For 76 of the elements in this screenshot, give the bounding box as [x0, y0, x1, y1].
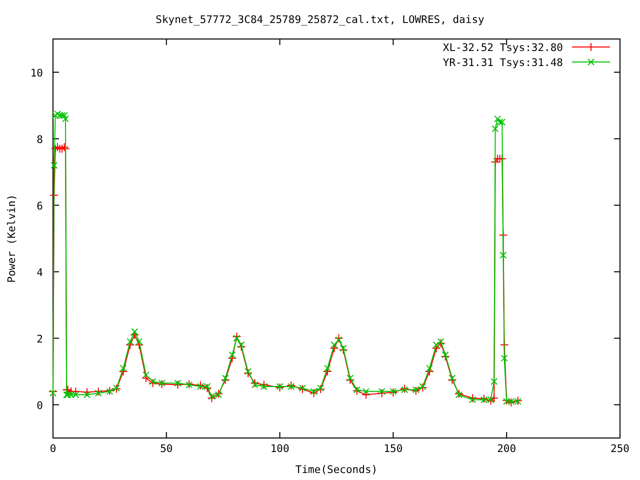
data-point [361, 390, 370, 400]
legend-sample [572, 42, 610, 52]
data-point [309, 388, 318, 398]
data-point [432, 344, 441, 353]
tick-label: 0 [36, 400, 43, 412]
data-point [228, 354, 237, 363]
tick-label: 250 [610, 443, 630, 455]
data-point [236, 342, 246, 352]
tick-label: 200 [497, 443, 516, 455]
data-point [316, 384, 326, 394]
tick-label: 0 [50, 443, 56, 455]
data-point [500, 340, 509, 350]
data-point [436, 338, 446, 348]
data-point [322, 367, 332, 376]
data-point [338, 345, 348, 354]
tick-label: 6 [36, 200, 43, 212]
data-point [207, 394, 216, 403]
data-point [82, 388, 92, 397]
tick-label: 4 [36, 266, 43, 279]
data-point [142, 374, 150, 383]
tick-label: 150 [384, 443, 403, 455]
data-point [330, 344, 339, 353]
data-point [454, 389, 464, 398]
data-point [286, 380, 296, 390]
data-point [486, 396, 496, 406]
data-point [468, 394, 478, 403]
data-point [173, 380, 182, 390]
data-point [196, 380, 205, 390]
data-point [220, 375, 230, 384]
data-point [232, 332, 242, 342]
tick-label: 8 [36, 134, 43, 146]
data-point [377, 388, 386, 398]
data-point [418, 382, 428, 392]
data-point [425, 367, 434, 376]
data-point [250, 378, 260, 388]
data-point [500, 252, 507, 259]
data-point [411, 386, 420, 396]
legend-label: XL-32.52 Tsys:32.80 [442, 42, 563, 54]
data-point [259, 380, 268, 390]
data-point [448, 375, 457, 384]
data-point [346, 375, 355, 384]
chart-title: Skynet_57772_3C84_25789_25872_cal.txt, LOWRES, daisy [156, 14, 484, 26]
legend-label: YR-31.31 Tsys:31.48 [442, 57, 563, 69]
data-point [157, 380, 166, 389]
data-point [118, 367, 128, 376]
tick-label: 10 [30, 67, 43, 80]
data-point [130, 330, 140, 340]
data-point [500, 354, 508, 362]
tick-label: 100 [270, 443, 290, 455]
data-point [202, 384, 212, 393]
tick-label: 50 [160, 443, 173, 455]
data-point [94, 386, 103, 396]
data-point [244, 368, 253, 378]
data-point [498, 154, 507, 164]
data-point [214, 389, 224, 398]
x-axis-label: Time(Seconds) [295, 464, 378, 476]
data-point [126, 340, 135, 350]
data-point [148, 378, 158, 388]
data-point [440, 352, 450, 362]
data-point [490, 378, 498, 385]
data-point [334, 334, 344, 343]
y-axis-label: Power (Kelvin) [6, 194, 18, 283]
data-point [490, 394, 499, 403]
data-point [400, 384, 410, 394]
data-point [275, 382, 284, 392]
data-point [506, 398, 516, 407]
data-point [71, 386, 80, 396]
tick-label: 2 [36, 333, 43, 346]
data-point [479, 394, 488, 404]
data-point [53, 142, 62, 152]
data-point [490, 158, 500, 167]
legend-sample [572, 58, 610, 66]
data-point [134, 340, 144, 350]
data-point [352, 386, 362, 396]
data-point [50, 162, 58, 169]
data-point [388, 388, 398, 397]
